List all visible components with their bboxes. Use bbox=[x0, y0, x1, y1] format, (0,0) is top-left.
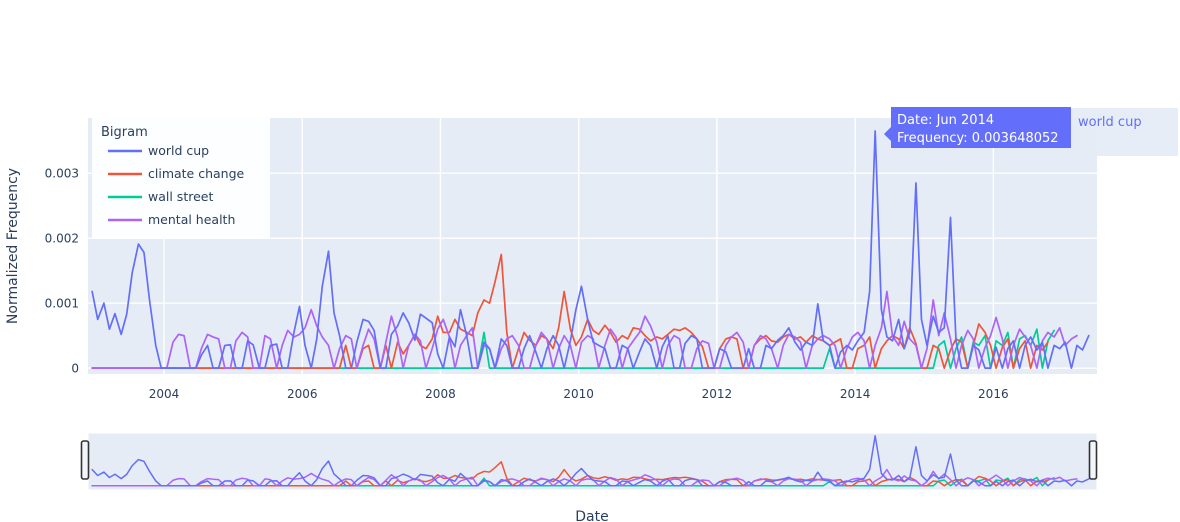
tooltip-date: Date: Jun 2014 bbox=[897, 113, 994, 128]
hover-trace-label-text: world cup bbox=[1078, 115, 1142, 130]
y-axis-title: Normalized Frequency bbox=[5, 168, 21, 324]
y-tick-label: 0.001 bbox=[45, 297, 79, 311]
legend-item-label: climate change bbox=[148, 166, 245, 181]
y-tick-label: 0 bbox=[71, 362, 79, 376]
plotly-figure: 0.003 0.002 0.001 0 2004 2006 2008 2010 2012 201… bbox=[0, 0, 1180, 522]
rangeslider-handle-right[interactable] bbox=[1088, 440, 1098, 480]
y-tick-label: 0.003 bbox=[45, 167, 79, 181]
x-axis-title: Date bbox=[575, 509, 608, 522]
legend-item-world-cup[interactable]: world cup bbox=[101, 141, 261, 161]
legend-item-label: wall street bbox=[148, 189, 213, 204]
y-tick-label: 0.002 bbox=[45, 232, 79, 246]
legend-item-wall-street[interactable]: wall street bbox=[101, 187, 261, 207]
legend-item-label: world cup bbox=[148, 143, 209, 158]
x-tick-label: 2006 bbox=[287, 387, 318, 401]
rangeslider-handle-left[interactable] bbox=[80, 440, 90, 480]
hover-tooltip: Date: Jun 2014 Frequency: 0.003648052 bbox=[884, 107, 1071, 148]
legend-item-climate-change[interactable]: climate change bbox=[101, 164, 261, 184]
legend[interactable]: Bigram world cup climate change wall stree… bbox=[92, 113, 270, 239]
x-tick-label: 2008 bbox=[425, 387, 456, 401]
legend-title: Bigram bbox=[101, 125, 148, 140]
x-tick-label: 2010 bbox=[563, 387, 594, 401]
x-tick-label: 2014 bbox=[840, 387, 871, 401]
x-tick-label: 2012 bbox=[702, 387, 733, 401]
legend-item-mental-health[interactable]: mental health bbox=[101, 210, 261, 230]
legend-item-label: mental health bbox=[148, 212, 235, 227]
tooltip-frequency: Frequency: 0.003648052 bbox=[897, 131, 1059, 146]
x-tick-label: 2004 bbox=[149, 387, 180, 401]
x-tick-label: 2016 bbox=[978, 387, 1009, 401]
hover-trace-label: world cup bbox=[1068, 108, 1178, 156]
